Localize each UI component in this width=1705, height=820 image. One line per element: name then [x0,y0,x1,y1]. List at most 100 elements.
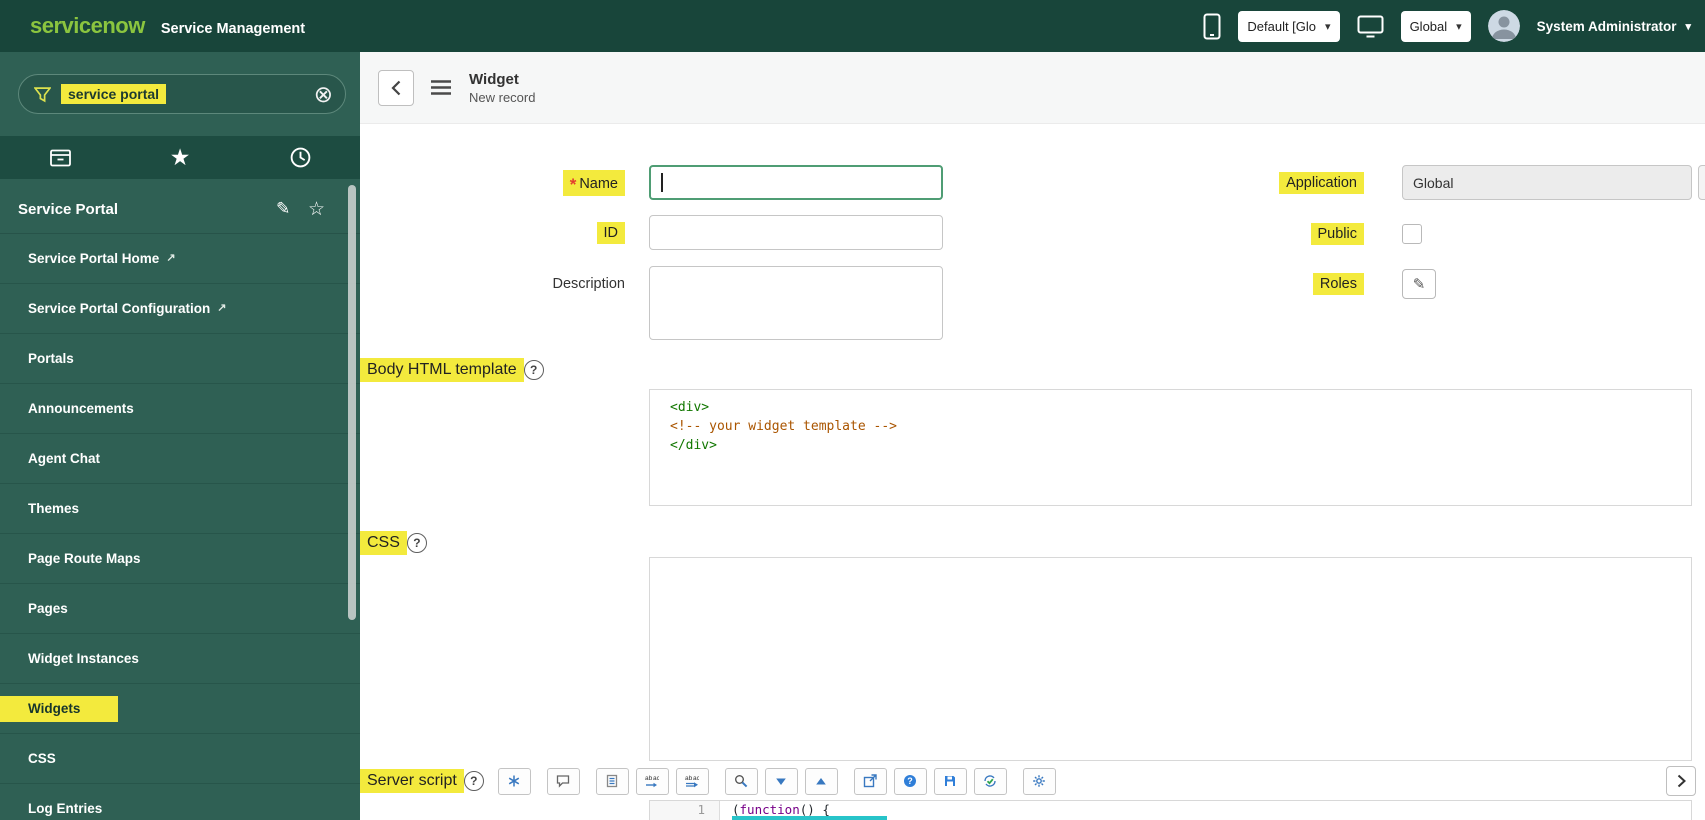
all-applications-icon [49,149,71,166]
sidebar-item-page-route-maps[interactable]: Page Route Maps [0,534,360,584]
record-titles: Widget New record [469,71,535,105]
svg-text:ac: ac [693,775,699,782]
tab-favorites[interactable]: ★ [120,136,240,179]
script-editor-toolbar: ab ac ab ac ? [497,767,1056,795]
sidebar-item-css[interactable]: CSS [0,734,360,784]
toggle-comment-button[interactable] [546,767,580,795]
application-scope-picker[interactable]: Global ▾ [1400,10,1471,42]
sidebar-item-widget-instances[interactable]: Widget Instances [0,634,360,684]
tab-history[interactable] [240,136,360,179]
document-button[interactable] [595,767,629,795]
syntax-check-button[interactable] [973,767,1007,795]
search-button[interactable] [724,767,758,795]
application-reference-button[interactable] [1698,165,1705,200]
public-checkbox[interactable] [1402,224,1422,244]
navigator-tabs: ★ [0,136,360,179]
back-icon [391,80,401,95]
user-name: System Administrator [1536,18,1677,34]
form-context-menu-button[interactable] [430,79,452,96]
record-title: Widget [469,70,519,88]
next-pane-icon [1677,774,1686,788]
find-previous-icon [816,778,827,785]
back-button[interactable] [378,69,414,106]
avatar-image [1487,10,1520,42]
replace-button[interactable]: ab ac [635,767,669,795]
replace-all-button[interactable]: ab ac [675,767,709,795]
toggle-comment-icon [557,775,570,788]
server-script-row: Server script ? ab ac ab ac ? [360,766,1705,796]
editor-help-button[interactable]: ? [893,767,927,795]
save-button[interactable] [933,767,967,795]
sidebar-item-agent-chat[interactable]: Agent Chat [0,434,360,484]
search-icon [735,775,748,788]
code-line: <!-- your widget template --> [670,419,897,434]
favorites-icon: ★ [169,144,191,170]
name-input[interactable] [649,165,943,200]
editor-settings-icon [1033,775,1046,787]
pencil-icon: ✎ [1412,276,1426,293]
user-avatar[interactable] [1487,10,1520,42]
help-icon[interactable]: ? [523,360,544,380]
filter-text[interactable]: service portal [61,84,167,104]
body-html-editor[interactable]: <div> <!-- your widget template --> </di… [649,389,1692,506]
format-code-button[interactable] [497,767,531,795]
chevron-down-icon: ▾ [1325,20,1331,33]
public-field-row: Public [1164,219,1422,249]
form-context-menu-icon [431,80,451,95]
tab-all-applications[interactable] [0,136,120,179]
update-set-picker[interactable]: Default [Glo ▾ [1238,10,1340,42]
css-editor[interactable] [649,557,1692,761]
chevron-down-icon: ▾ [1685,20,1691,33]
product-title: Service Management [160,21,306,37]
record-form: * Name ID Description Application Global… [360,124,1705,820]
text-cursor [661,173,663,192]
clear-search-icon[interactable]: ⊗ [314,82,333,106]
next-pane-button[interactable] [1666,766,1696,796]
external-link-icon: ↗ [166,252,176,264]
sidebar-item-themes[interactable]: Themes [0,484,360,534]
format-code-icon [509,775,520,787]
open-popup-button[interactable] [853,767,887,795]
connect-chat-icon [1203,13,1221,39]
description-field-row: Description [360,266,943,340]
connect-chat-button[interactable] [1203,13,1221,40]
id-input[interactable] [649,215,943,250]
servicenow-logo[interactable]: servicenow [30,13,145,39]
description-label: Description [552,276,625,292]
help-icon[interactable]: ? [406,533,427,553]
document-outline-icon [607,774,618,788]
section-title: Service Portal [18,200,119,218]
help-icon[interactable]: ? [463,771,484,791]
name-label: * Name [360,169,625,196]
server-script-editor[interactable]: 1 (function() { [649,800,1692,820]
sidebar-item-portals[interactable]: Portals [0,334,360,384]
presentation-button[interactable] [1357,15,1384,38]
top-header: servicenow Service Management Default [G… [0,0,1705,52]
application-field-row: Application Global [1164,165,1692,200]
sidebar-item-announcements[interactable]: Announcements [0,384,360,434]
sidebar-scrollbar[interactable] [348,185,356,620]
id-field-row: ID [360,215,943,250]
user-menu[interactable]: System Administrator ▾ [1537,19,1691,34]
code-line: <div> [670,400,710,415]
sidebar-item-log-entries[interactable]: Log Entries [0,784,360,820]
script-code-line: (function() { [720,801,1691,820]
servicenow-window: servicenow Service Management Default [G… [0,0,1705,820]
sidebar-item-service-portal-configuration[interactable]: Service Portal Configuration ↗ [0,284,360,334]
body-html-label-row: Body HTML template ? [360,357,1705,383]
application-label: Application [1164,171,1364,194]
description-input[interactable] [649,266,943,340]
find-previous-button[interactable] [804,767,838,795]
edit-roles-button[interactable]: ✎ [1402,269,1436,299]
pencil-icon[interactable]: ✎ [276,199,290,219]
navigator-filter-input[interactable]: service portal ⊗ [18,74,346,114]
sidebar-item-service-portal-home[interactable]: Service Portal Home ↗ [0,234,360,284]
filter-icon [34,86,51,103]
star-outline-icon[interactable]: ☆ [308,198,325,221]
find-next-button[interactable] [764,767,798,795]
svg-text:ac: ac [653,775,659,782]
sidebar-item-pages[interactable]: Pages [0,584,360,634]
editor-settings-button[interactable] [1022,767,1056,795]
update-set-value: Default [Glo [1247,18,1317,34]
sidebar-item-widgets[interactable]: Widgets [0,684,360,734]
